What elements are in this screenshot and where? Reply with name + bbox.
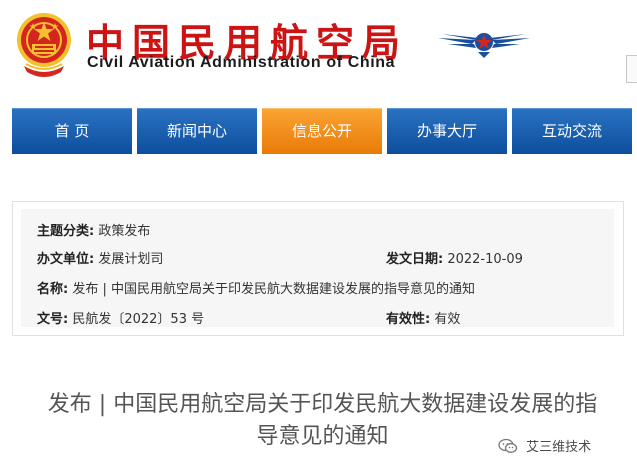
wechat-icon — [498, 438, 518, 453]
office-label: 办文单位: — [37, 252, 95, 267]
validity-value: 有效 — [434, 312, 461, 327]
name-label: 名称: — [37, 282, 69, 297]
validity-label: 有效性: — [386, 312, 431, 327]
doc-number-value: 民航发〔2022〕53 号 — [72, 312, 205, 327]
nav-item-interaction[interactable]: 互动交流 — [512, 108, 632, 154]
date-value: 2022-10-09 — [447, 252, 523, 267]
site-title-en: Civil Aviation Administration of China — [87, 54, 396, 71]
national-emblem-icon — [17, 13, 71, 77]
main-nav: 首 页 新闻中心 信息公开 办事大厅 互动交流 — [12, 108, 637, 154]
wechat-watermark: 艾三维技术 — [498, 436, 591, 456]
nav-item-info-disclosure[interactable]: 信息公开 — [262, 108, 382, 154]
caac-wings-logo-icon — [438, 33, 530, 58]
info-row-name: 名称: 发布 | 中国民用航空局关于印发民航大数据建设发展的指导意见的通知 — [37, 278, 475, 297]
topic-label: 主题分类: — [37, 224, 95, 239]
nav-item-news[interactable]: 新闻中心 — [137, 108, 257, 154]
date-label: 发文日期: — [386, 252, 444, 267]
document-info-panel: 主题分类: 政策发布 办文单位: 发展计划司 发文日期: 2022-10-09 … — [21, 209, 614, 327]
info-row-date: 发文日期: 2022-10-09 — [386, 248, 523, 267]
name-value: 发布 | 中国民用航空局关于印发民航大数据建设发展的指导意见的通知 — [72, 282, 475, 297]
article-title-line1: 发布 | 中国民用航空局关于印发民航大数据建设发展的指 — [47, 392, 598, 417]
nav-item-services[interactable]: 办事大厅 — [387, 108, 507, 154]
info-row-office: 办文单位: 发展计划司 — [37, 248, 163, 267]
header-side-box — [626, 55, 637, 83]
office-value: 发展计划司 — [98, 252, 164, 267]
info-row-validity: 有效性: 有效 — [386, 308, 460, 327]
topic-value: 政策发布 — [98, 224, 151, 239]
nav-item-home[interactable]: 首 页 — [12, 108, 132, 154]
doc-number-label: 文号: — [37, 312, 69, 327]
info-row-doc-number: 文号: 民航发〔2022〕53 号 — [37, 308, 204, 327]
document-info-box: 主题分类: 政策发布 办文单位: 发展计划司 发文日期: 2022-10-09 … — [12, 201, 624, 336]
info-row-topic: 主题分类: 政策发布 — [37, 220, 150, 239]
site-header: 中国民用航空局 Civil Aviation Administration of… — [0, 0, 637, 96]
watermark-text: 艾三维技术 — [526, 440, 592, 455]
